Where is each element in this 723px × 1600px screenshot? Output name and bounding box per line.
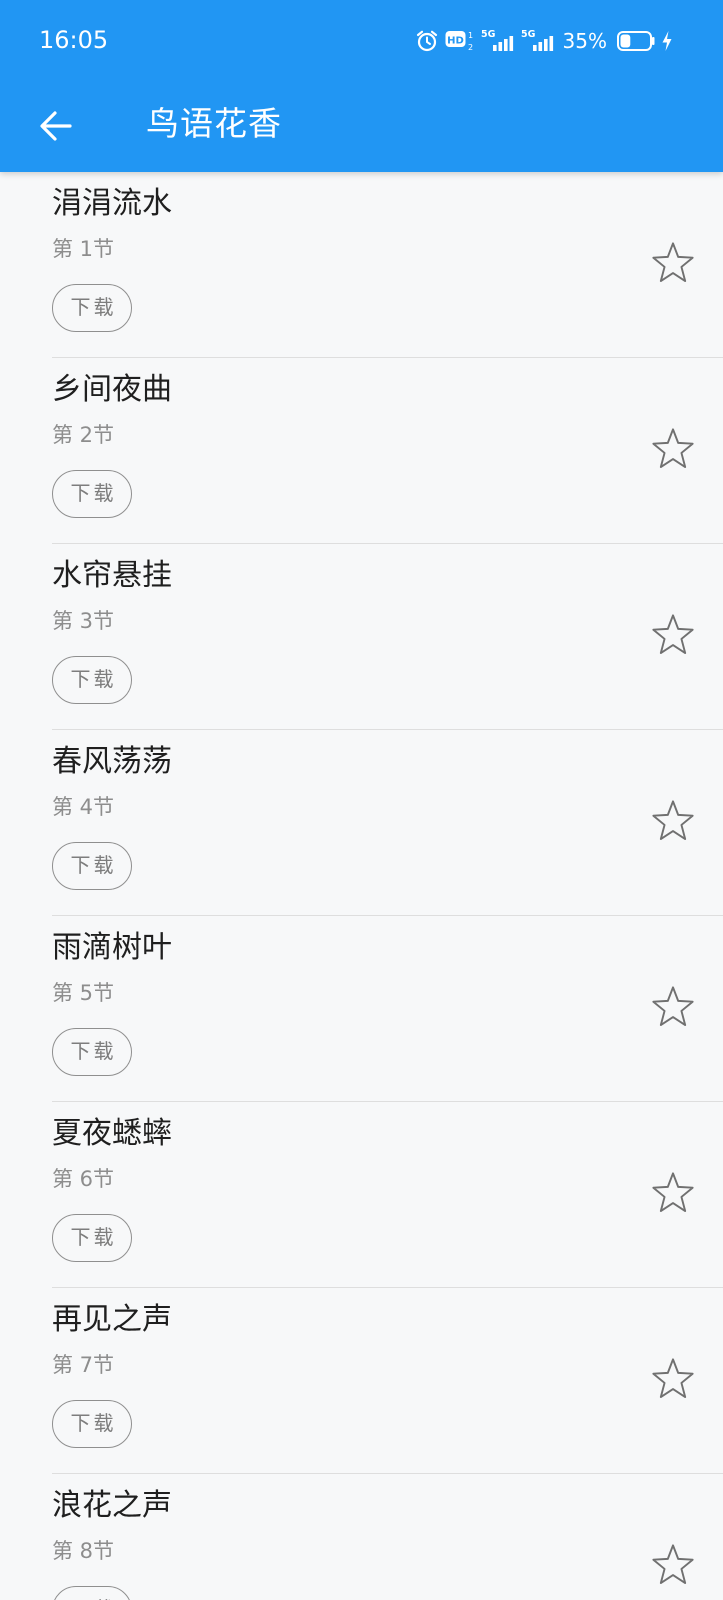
hd-icon: HD 1 2	[445, 28, 475, 54]
download-button[interactable]: 下载	[52, 1028, 132, 1076]
item-title: 水帘悬挂	[52, 558, 172, 593]
favorite-button[interactable]	[650, 1170, 696, 1216]
favorite-button[interactable]	[650, 984, 696, 1030]
item-subtitle: 第 5节	[52, 981, 115, 1005]
status-time: 16:05	[39, 26, 109, 54]
star-outline-icon	[652, 242, 694, 282]
star-outline-icon	[652, 800, 694, 840]
signal-icon-sim-1: 5G	[481, 27, 515, 55]
list-item-6[interactable]: 夏夜蟋蟀 第 6节 下载	[0, 1102, 723, 1288]
item-title: 春风荡荡	[52, 744, 172, 779]
item-subtitle: 第 4节	[52, 795, 115, 819]
download-button[interactable]: 下载	[52, 470, 132, 518]
list-item-8[interactable]: 浪花之声 第 8节 下载	[0, 1474, 723, 1600]
app-screen: 16:05 HD 1 2 5G 5G 35% 鸟语花香 涓涓流水 第 1节 下载…	[0, 0, 723, 1600]
download-button[interactable]: 下载	[52, 1586, 132, 1600]
list-item-4[interactable]: 春风荡荡 第 4节 下载	[0, 730, 723, 916]
arrow-left-icon	[40, 111, 72, 141]
star-outline-icon	[652, 428, 694, 468]
favorite-button[interactable]	[650, 1542, 696, 1588]
alarm-icon	[415, 29, 439, 53]
download-button[interactable]: 下载	[52, 284, 132, 332]
download-button[interactable]: 下载	[52, 1214, 132, 1262]
list-item-2[interactable]: 乡间夜曲 第 2节 下载	[0, 358, 723, 544]
download-button[interactable]: 下载	[52, 656, 132, 704]
section-list[interactable]: 涓涓流水 第 1节 下载 乡间夜曲 第 2节 下载 水帘悬挂 第 3节 下载 春…	[0, 172, 723, 1600]
star-outline-icon	[652, 1358, 694, 1398]
item-subtitle: 第 6节	[52, 1167, 115, 1191]
item-title: 乡间夜曲	[52, 372, 172, 407]
page-title: 鸟语花香	[146, 104, 282, 143]
item-title: 涓涓流水	[52, 186, 172, 221]
app-header: 16:05 HD 1 2 5G 5G 35% 鸟语花香	[0, 0, 723, 172]
network-type-1: 5G	[481, 29, 496, 40]
item-subtitle: 第 8节	[52, 1539, 115, 1563]
item-subtitle: 第 7节	[52, 1353, 115, 1377]
item-title: 雨滴树叶	[52, 930, 172, 965]
item-subtitle: 第 3节	[52, 609, 115, 633]
star-outline-icon	[652, 1544, 694, 1584]
favorite-button[interactable]	[650, 426, 696, 472]
item-title: 夏夜蟋蟀	[52, 1116, 172, 1151]
status-icons: HD 1 2 5G 5G 35%	[415, 26, 673, 56]
star-outline-icon	[652, 1172, 694, 1212]
status-bar: 16:05 HD 1 2 5G 5G 35%	[0, 0, 723, 80]
network-type-2: 5G	[521, 29, 536, 40]
favorite-button[interactable]	[650, 612, 696, 658]
download-button[interactable]: 下载	[52, 1400, 132, 1448]
favorite-button[interactable]	[650, 1356, 696, 1402]
item-title: 浪花之声	[52, 1488, 172, 1523]
battery-icon	[617, 30, 655, 52]
favorite-button[interactable]	[650, 240, 696, 286]
list-item-1[interactable]: 涓涓流水 第 1节 下载	[0, 172, 723, 358]
item-title: 再见之声	[52, 1302, 172, 1337]
back-button[interactable]	[20, 90, 92, 162]
signal-icon-sim-2: 5G	[521, 27, 555, 55]
list-item-5[interactable]: 雨滴树叶 第 5节 下载	[0, 916, 723, 1102]
charging-icon	[661, 30, 673, 52]
download-button[interactable]: 下载	[52, 842, 132, 890]
battery-percent: 35%	[562, 29, 607, 53]
star-outline-icon	[652, 614, 694, 654]
item-subtitle: 第 2节	[52, 423, 115, 447]
item-subtitle: 第 1节	[52, 237, 115, 261]
favorite-button[interactable]	[650, 798, 696, 844]
svg-text:2: 2	[468, 43, 473, 52]
toolbar: 鸟语花香	[0, 80, 723, 172]
star-outline-icon	[652, 986, 694, 1026]
list-container: 涓涓流水 第 1节 下载 乡间夜曲 第 2节 下载 水帘悬挂 第 3节 下载 春…	[0, 172, 723, 1600]
hd-label: HD	[447, 36, 464, 47]
svg-text:1: 1	[468, 31, 473, 40]
list-item-7[interactable]: 再见之声 第 7节 下载	[0, 1288, 723, 1474]
list-item-3[interactable]: 水帘悬挂 第 3节 下载	[0, 544, 723, 730]
